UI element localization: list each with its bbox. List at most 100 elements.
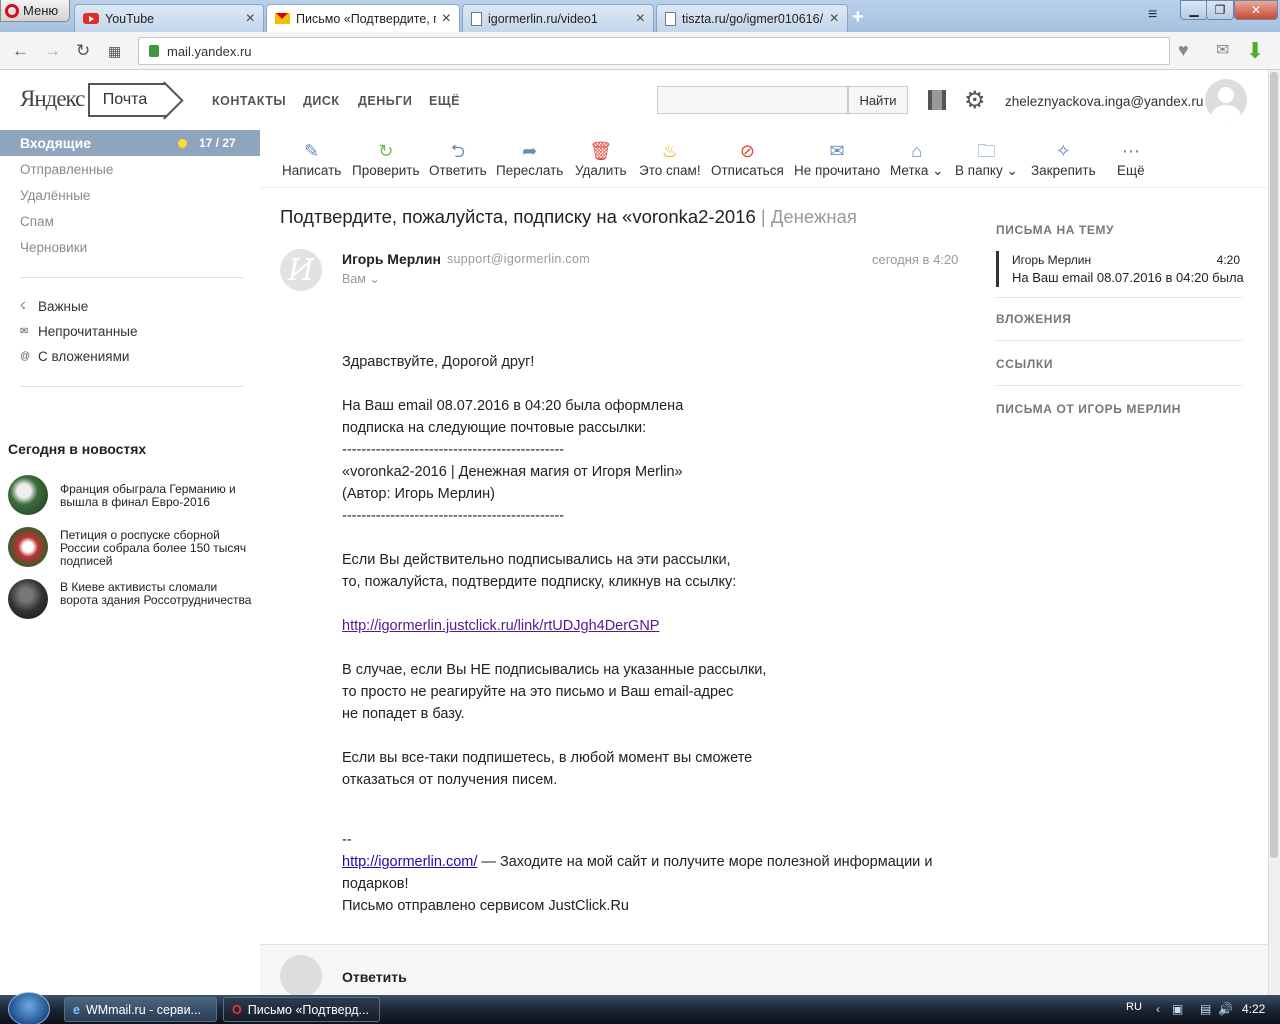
unsubscribe-button[interactable]: ⊘ Отписаться <box>711 140 784 178</box>
search-button[interactable]: Найти <box>848 86 908 114</box>
unread-dot-icon[interactable] <box>178 139 187 148</box>
sender-avatar[interactable]: И <box>280 249 322 291</box>
sender-email[interactable]: support@igormerlin.com <box>447 252 590 266</box>
display-icon[interactable]: ▤ <box>1200 1002 1211 1016</box>
check-mail-button[interactable]: ↻ Проверить <box>352 140 420 178</box>
forward-button[interactable]: ➦ Переслать <box>496 140 563 178</box>
avatar[interactable] <box>1205 79 1247 121</box>
news-thumbnail <box>8 475 48 515</box>
clock[interactable]: 4:22 <box>1242 1002 1265 1016</box>
spam-button[interactable]: ♨ Это спам! <box>639 140 701 178</box>
move-to-folder-button[interactable]: 🗀 В папку ⌄ <box>955 140 1018 179</box>
address-bar[interactable]: mail.yandex.ru <box>138 37 1170 65</box>
close-tab-icon[interactable]: × <box>830 10 839 28</box>
confirm-subscription-link[interactable]: http://igormerlin.justclick.ru/link/rtUD… <box>342 618 659 634</box>
attachments-panel-title[interactable]: ВЛОЖЕНИЯ <box>996 312 1072 326</box>
tray-expand-icon[interactable]: ‹ <box>1156 1002 1160 1016</box>
reload-icon[interactable]: ↻ <box>76 41 90 61</box>
panel-divider <box>996 385 1243 386</box>
layout-toggle-icon[interactable] <box>928 90 946 110</box>
reply-icon: ⮌ <box>450 141 466 161</box>
nav-more[interactable]: ЕЩЁ <box>429 94 460 108</box>
download-icon[interactable]: ⬇ <box>1246 38 1264 64</box>
filter-important[interactable]: ☇ Важные <box>20 299 88 314</box>
spam-fire-icon: ♨ <box>661 141 678 161</box>
network-icon[interactable]: ▣ <box>1172 1002 1183 1016</box>
volume-icon[interactable]: 🔊 <box>1218 1002 1233 1016</box>
unsubscribe-icon: ⊘ <box>739 141 755 161</box>
minimize-icon[interactable]: ▁ <box>1180 0 1208 20</box>
inbox-count: 17 / 27 <box>199 136 236 150</box>
compose-button[interactable]: ✎ Написать <box>282 140 341 178</box>
tab-youtube[interactable]: YouTube × <box>74 4 264 32</box>
thread-item[interactable]: Игорь Мерлин 4:20 На Ваш email 08.07.201… <box>996 251 1244 287</box>
news-item[interactable]: Франция обыграла Германию и вышла в фина… <box>8 475 253 515</box>
thread-panel-title[interactable]: ПИСЬМА НА ТЕМУ <box>996 223 1114 237</box>
scrollbar-thumb[interactable] <box>1270 72 1278 858</box>
tab-title: tiszta.ru/go/igmer010616/ <box>682 11 824 26</box>
mail-notify-icon[interactable]: ✉ <box>1216 40 1229 60</box>
bookmark-heart-icon[interactable]: ♥ <box>1178 40 1189 61</box>
forward-icon: ➦ <box>522 141 538 161</box>
site-link[interactable]: http://igormerlin.com/ <box>342 854 477 870</box>
taskbar-item-ie[interactable]: e WMmail.ru - серви... <box>64 997 217 1022</box>
reply-button[interactable]: ⮌ Ответить <box>429 140 487 178</box>
quick-reply-area[interactable] <box>260 944 1268 995</box>
news-text: Франция обыграла Германию и вышла в фина… <box>60 482 236 509</box>
folder-inbox[interactable]: Входящие 17 / 27 <box>0 130 260 156</box>
service-pochta-logo[interactable]: Почта <box>88 83 166 117</box>
filter-label: Важные <box>38 299 89 314</box>
tab-igormerlin[interactable]: igormerlin.ru/video1 × <box>462 4 654 32</box>
news-item[interactable]: Петиция о роспуске сборной России собрал… <box>8 527 253 568</box>
label-button[interactable]: ⌂ Метка ⌄ <box>890 140 943 179</box>
news-thumbnail <box>8 527 48 567</box>
close-tab-icon[interactable]: × <box>636 10 645 28</box>
nav-disk[interactable]: ДИСК <box>303 94 340 108</box>
forward-arrow-icon[interactable]: → <box>44 41 61 61</box>
maximize-icon[interactable]: ❐ <box>1206 0 1234 20</box>
yandex-logo[interactable]: Яндекс <box>20 86 85 112</box>
user-email[interactable]: zheleznyackova.inga@yandex.ru <box>1005 94 1203 109</box>
folder-icon: 🗀 <box>977 141 996 161</box>
news-heading[interactable]: Сегодня в новостях <box>8 441 146 457</box>
more-actions-button[interactable]: ⋯ Ещё <box>1117 140 1145 178</box>
mark-unread-button[interactable]: ✉ Не прочитано <box>794 140 880 178</box>
quick-reply-label[interactable]: Ответить <box>342 969 407 985</box>
speed-dial-grid-icon[interactable]: ▦ <box>108 43 121 60</box>
label-icon: ⌂ <box>911 141 923 161</box>
back-arrow-icon[interactable]: ← <box>12 41 29 61</box>
window-close-icon[interactable]: ✕ <box>1234 0 1278 20</box>
keyboard-language[interactable]: RU <box>1126 1001 1142 1013</box>
chevron-down-icon: ⌄ <box>932 163 944 178</box>
links-panel-title[interactable]: ССЫЛКИ <box>996 357 1053 371</box>
filter-attachments[interactable]: @ С вложениями <box>20 349 129 364</box>
folder-sent[interactable]: Отправленные <box>20 162 113 177</box>
sender-name[interactable]: Игорь Мерлин <box>342 251 441 267</box>
pin-button[interactable]: ✧ Закрепить <box>1031 140 1096 178</box>
filter-unread[interactable]: ✉ Непрочитанные <box>20 324 138 339</box>
gear-icon[interactable]: ⚙ <box>964 86 986 115</box>
delete-button[interactable]: 🗑 Удалить <box>575 140 627 178</box>
refresh-icon: ↻ <box>378 141 394 161</box>
menu-label: Меню <box>23 3 59 18</box>
folder-spam[interactable]: Спам <box>20 214 54 229</box>
news-item[interactable]: В Киеве активисты сломали ворота здания … <box>8 579 253 619</box>
new-tab-plus-icon[interactable]: + <box>852 6 864 29</box>
tab-tiszta[interactable]: tiszta.ru/go/igmer010616/ × <box>656 4 848 32</box>
close-tab-icon[interactable]: × <box>246 10 255 28</box>
windows-start-button[interactable] <box>8 992 50 1024</box>
folder-deleted[interactable]: Удалённые <box>20 188 90 203</box>
nav-contacts[interactable]: КОНТАКТЫ <box>212 94 286 108</box>
news-thumbnail <box>8 579 48 619</box>
mail-search-input[interactable] <box>657 86 848 114</box>
folder-drafts[interactable]: Черновики <box>20 240 87 255</box>
taskbar-item-opera[interactable]: O Письмо «Подтверд... <box>223 997 380 1022</box>
tab-yandex-mail[interactable]: Письмо «Подтвердите, по × <box>266 4 460 32</box>
tab-menu-icon[interactable]: ≡ <box>1148 6 1157 24</box>
body-line: (Автор: Игорь Мерлин) <box>342 486 495 502</box>
opera-menu-button[interactable]: Меню <box>0 0 70 22</box>
close-tab-icon[interactable]: × <box>442 10 451 28</box>
recipient-toggle[interactable]: Вам ⌄ <box>342 271 380 286</box>
nav-money[interactable]: ДЕНЬГИ <box>358 94 412 108</box>
from-sender-panel-title[interactable]: ПИСЬМА ОТ ИГОРЬ МЕРЛИН <box>996 402 1181 416</box>
